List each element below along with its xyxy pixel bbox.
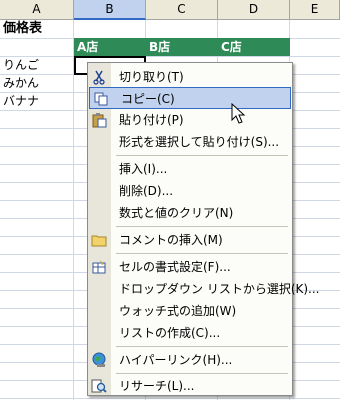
format-cells-icon <box>91 259 107 275</box>
menu-item-hyperlink[interactable]: ハイパーリンク(H)... <box>88 349 292 371</box>
menu-item-label: リサーチ(L)... <box>119 379 195 393</box>
menu-separator <box>116 226 288 227</box>
menu-item-insert-comment[interactable]: コメントの挿入(M) <box>88 229 292 251</box>
menu-item-delete[interactable]: 削除(D)... <box>88 180 292 202</box>
copy-icon <box>93 91 109 107</box>
paste-icon <box>91 112 107 128</box>
research-icon <box>91 378 107 394</box>
column-header-c[interactable]: C <box>146 0 218 20</box>
folder-icon <box>91 232 107 248</box>
menu-item-research[interactable]: リサーチ(L)... <box>88 375 292 397</box>
menu-item-pick-from-list[interactable]: ドロップダウン リストから選択(K)... <box>88 278 320 300</box>
menu-item-label: 挿入(I)... <box>119 162 168 176</box>
menu-item-clear-contents[interactable]: 数式と値のクリア(N) <box>88 202 292 224</box>
mouse-pointer-icon <box>231 103 246 124</box>
context-menu: 切り取り(T) コピー(C) 貼り付け(P) 形式を選択して貼り付け(S)...… <box>87 62 320 397</box>
menu-item-label: ウォッチ式の追加(W) <box>119 304 237 318</box>
menu-item-label: リストの作成(C)... <box>119 326 221 340</box>
product-cell[interactable]: みかん <box>0 74 74 92</box>
menu-item-paste[interactable]: 貼り付け(P) <box>88 109 292 131</box>
column-header-a[interactable]: A <box>0 0 74 20</box>
menu-item-label: コピー(C) <box>121 92 175 106</box>
menu-separator <box>116 373 288 374</box>
table-title[interactable]: 価格表 <box>0 20 146 38</box>
menu-item-format-cells[interactable]: セルの書式設定(F)... <box>88 256 292 278</box>
menu-item-label: 貼り付け(P) <box>119 113 184 127</box>
menu-item-label: ハイパーリンク(H)... <box>119 353 233 367</box>
hyperlink-globe-icon <box>91 352 107 368</box>
menu-separator <box>116 155 288 156</box>
column-header-b[interactable]: B <box>74 0 146 20</box>
menu-item-copy[interactable]: コピー(C) <box>89 87 291 109</box>
menu-item-label: セルの書式設定(F)... <box>119 260 231 274</box>
menu-item-cut[interactable]: 切り取り(T) <box>88 66 292 88</box>
product-cell[interactable]: りんご <box>0 56 74 74</box>
menu-item-label: 切り取り(T) <box>119 70 184 84</box>
store-header-c[interactable]: C店 <box>218 38 290 56</box>
store-header-b[interactable]: B店 <box>146 38 218 56</box>
product-cell[interactable]: バナナ <box>0 92 74 110</box>
menu-separator <box>116 346 288 347</box>
menu-item-label: 数式と値のクリア(N) <box>119 206 234 220</box>
column-header-e[interactable]: E <box>290 0 340 20</box>
menu-item-label: ドロップダウン リストから選択(K)... <box>119 282 320 296</box>
column-header-d[interactable]: D <box>218 0 290 20</box>
scissors-icon <box>91 69 107 85</box>
menu-item-insert[interactable]: 挿入(I)... <box>88 158 292 180</box>
menu-item-paste-special[interactable]: 形式を選択して貼り付け(S)... <box>88 131 292 153</box>
menu-item-add-watch[interactable]: ウォッチ式の追加(W) <box>88 300 292 322</box>
menu-item-label: 削除(D)... <box>119 184 174 198</box>
menu-item-create-list[interactable]: リストの作成(C)... <box>88 322 292 344</box>
menu-separator <box>116 253 288 254</box>
menu-item-label: 形式を選択して貼り付け(S)... <box>119 135 280 149</box>
store-header-a[interactable]: A店 <box>74 38 146 56</box>
menu-item-label: コメントの挿入(M) <box>119 233 223 247</box>
